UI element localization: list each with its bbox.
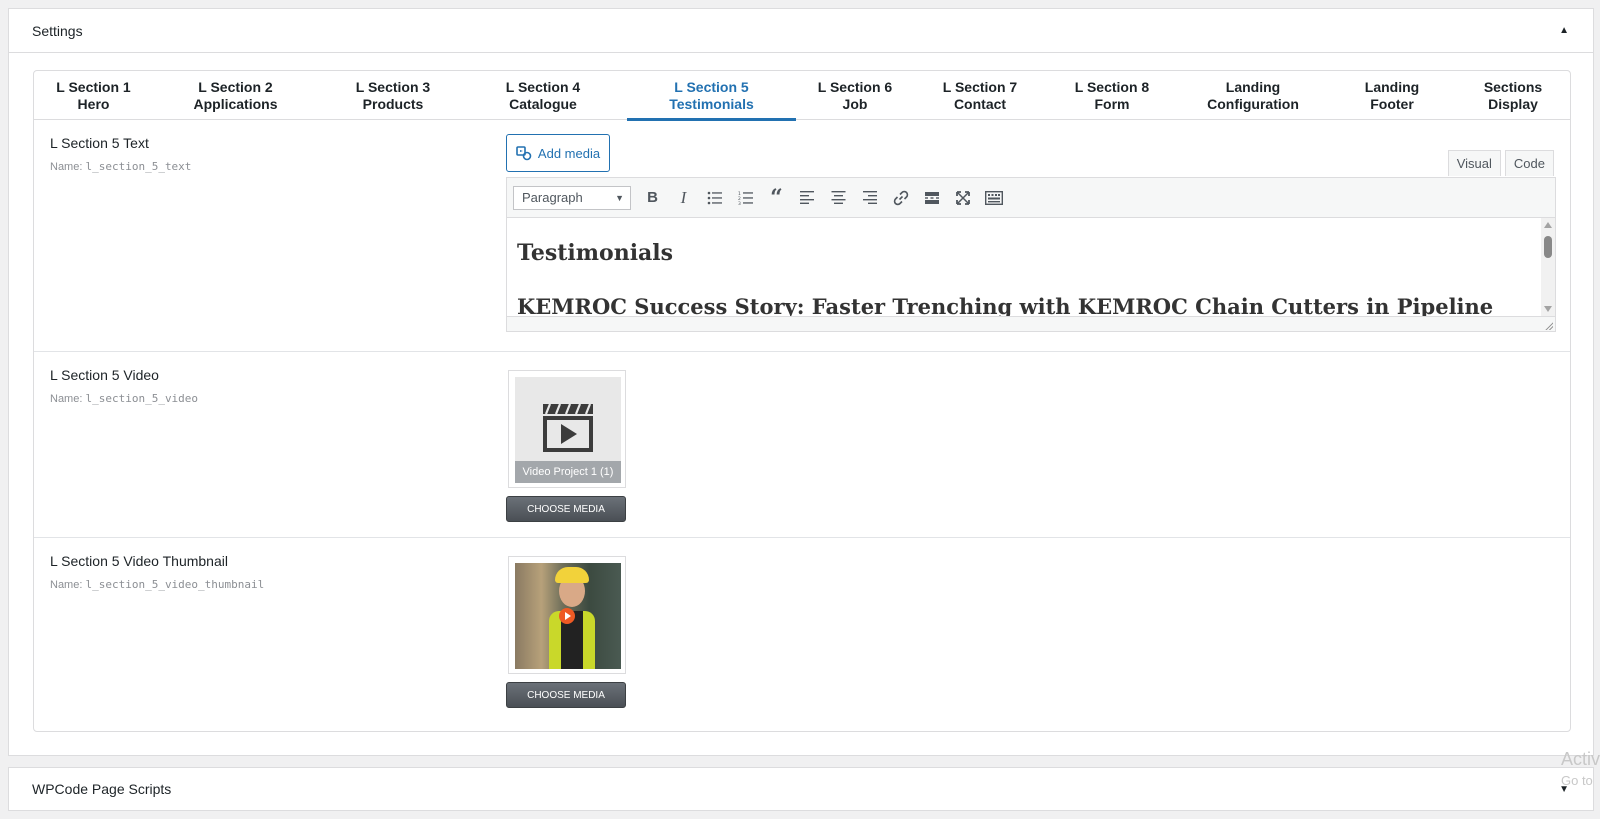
read-more-icon[interactable] bbox=[916, 183, 947, 213]
tab-landing-configuration[interactable]: Landing Configuration bbox=[1178, 71, 1328, 120]
scroll-up-icon[interactable] bbox=[1544, 222, 1552, 228]
add-media-label: Add media bbox=[537, 145, 601, 161]
settings-panel: Settings ▲ L Section 1 Hero L Section 2 Ap… bbox=[8, 8, 1594, 756]
field-name-text: Name: l_section_5_text bbox=[50, 160, 192, 173]
tab-l-section-8[interactable]: L Section 8 Form bbox=[1046, 71, 1178, 120]
thumbnail-image bbox=[515, 563, 621, 669]
bold-icon[interactable]: B bbox=[637, 183, 668, 213]
tabs-container: L Section 1 Hero L Section 2 Applications … bbox=[33, 70, 1571, 732]
thumbnail-media-preview[interactable] bbox=[508, 556, 626, 674]
content-subheading: KEMROC Success Story: Faster Trenching w… bbox=[517, 294, 1494, 316]
toolbar-toggle-icon[interactable] bbox=[978, 183, 1009, 213]
wpcode-panel-title: WPCode Page Scripts bbox=[32, 781, 172, 797]
editor-tab-code[interactable]: Code bbox=[1504, 150, 1554, 176]
resize-handle-icon[interactable] bbox=[1543, 320, 1553, 330]
fullscreen-icon[interactable] bbox=[947, 183, 978, 213]
collapse-up-icon[interactable]: ▲ bbox=[1559, 25, 1569, 36]
italic-icon[interactable]: I bbox=[668, 183, 699, 213]
tab-l-section-1[interactable]: L Section 1 Hero bbox=[34, 71, 153, 120]
field-row-text: L Section 5 Text Name: l_section_5_text … bbox=[34, 120, 1570, 352]
tab-bar: L Section 1 Hero L Section 2 Applications … bbox=[34, 71, 1570, 121]
settings-panel-title: Settings bbox=[32, 22, 83, 39]
play-icon bbox=[559, 608, 575, 624]
wpcode-panel: WPCode Page Scripts ▼ bbox=[8, 767, 1594, 811]
link-icon[interactable] bbox=[885, 183, 916, 213]
numbered-list-icon[interactable]: 123 bbox=[730, 183, 761, 213]
tab-landing-footer[interactable]: Landing Footer bbox=[1328, 71, 1456, 120]
tab-l-section-4[interactable]: L Section 4 Catalogue bbox=[468, 71, 618, 120]
tab-l-section-3[interactable]: L Section 3 Products bbox=[318, 71, 468, 120]
chevron-down-icon: ▼ bbox=[615, 192, 624, 203]
format-select[interactable]: Paragraph ▼ bbox=[513, 185, 631, 210]
content-heading: Testimonials bbox=[517, 240, 674, 266]
tab-l-section-5[interactable]: L Section 5 Testimonials bbox=[627, 71, 796, 121]
align-left-icon[interactable] bbox=[792, 183, 823, 213]
field-row-video: L Section 5 Video Name: l_section_5_vide… bbox=[34, 352, 1570, 538]
scroll-thumb[interactable] bbox=[1544, 236, 1552, 258]
editor-scrollbar[interactable] bbox=[1541, 218, 1555, 316]
scroll-down-icon[interactable] bbox=[1544, 306, 1552, 312]
editor-tab-visual[interactable]: Visual bbox=[1447, 150, 1501, 176]
editor-status-bar bbox=[507, 316, 1555, 331]
bullet-list-icon[interactable] bbox=[699, 183, 730, 213]
video-preview-area: Video Project 1 (1) bbox=[515, 377, 621, 483]
editor-toolbar: Paragraph ▼ B I 123 “ bbox=[507, 178, 1555, 218]
tab-sections-display[interactable]: Sections Display bbox=[1456, 71, 1570, 120]
field-row-thumbnail: L Section 5 Video Thumbnail Name: l_sect… bbox=[34, 538, 1570, 732]
editor-mode-tabs: Visual Code bbox=[1444, 150, 1554, 176]
field-label-video: L Section 5 Video bbox=[50, 367, 159, 383]
activation-watermark: Activ Go to bbox=[1560, 749, 1600, 788]
video-caption: Video Project 1 (1) bbox=[515, 461, 621, 483]
align-right-icon[interactable] bbox=[854, 183, 885, 213]
blockquote-icon[interactable]: “ bbox=[761, 183, 792, 213]
field-label-text: L Section 5 Text bbox=[50, 135, 149, 151]
choose-media-thumbnail-button[interactable]: CHOOSE MEDIA bbox=[506, 682, 626, 708]
tab-l-section-7[interactable]: L Section 7 Contact bbox=[914, 71, 1046, 120]
field-name-video: Name: l_section_5_video bbox=[50, 392, 199, 405]
align-center-icon[interactable] bbox=[823, 183, 854, 213]
choose-media-video-button[interactable]: CHOOSE MEDIA bbox=[506, 496, 626, 522]
wpcode-panel-header[interactable]: WPCode Page Scripts ▼ bbox=[9, 768, 1593, 810]
rich-text-editor: Paragraph ▼ B I 123 “ Testimonials KEMRO… bbox=[506, 177, 1556, 332]
field-label-thumbnail: L Section 5 Video Thumbnail bbox=[50, 553, 228, 569]
tab-l-section-6[interactable]: L Section 6 Job bbox=[796, 71, 914, 120]
video-clapper-icon bbox=[543, 403, 593, 452]
add-media-icon bbox=[516, 146, 532, 161]
settings-panel-header[interactable]: Settings ▲ bbox=[9, 9, 1593, 53]
editor-content[interactable]: Testimonials KEMROC Success Story: Faste… bbox=[507, 218, 1555, 316]
tab-l-section-2[interactable]: L Section 2 Applications bbox=[153, 71, 318, 120]
video-media-preview[interactable]: Video Project 1 (1) bbox=[508, 370, 626, 488]
field-name-thumbnail: Name: l_section_5_video_thumbnail bbox=[50, 578, 265, 591]
add-media-button[interactable]: Add media bbox=[506, 134, 610, 172]
svg-text:3: 3 bbox=[738, 201, 741, 205]
